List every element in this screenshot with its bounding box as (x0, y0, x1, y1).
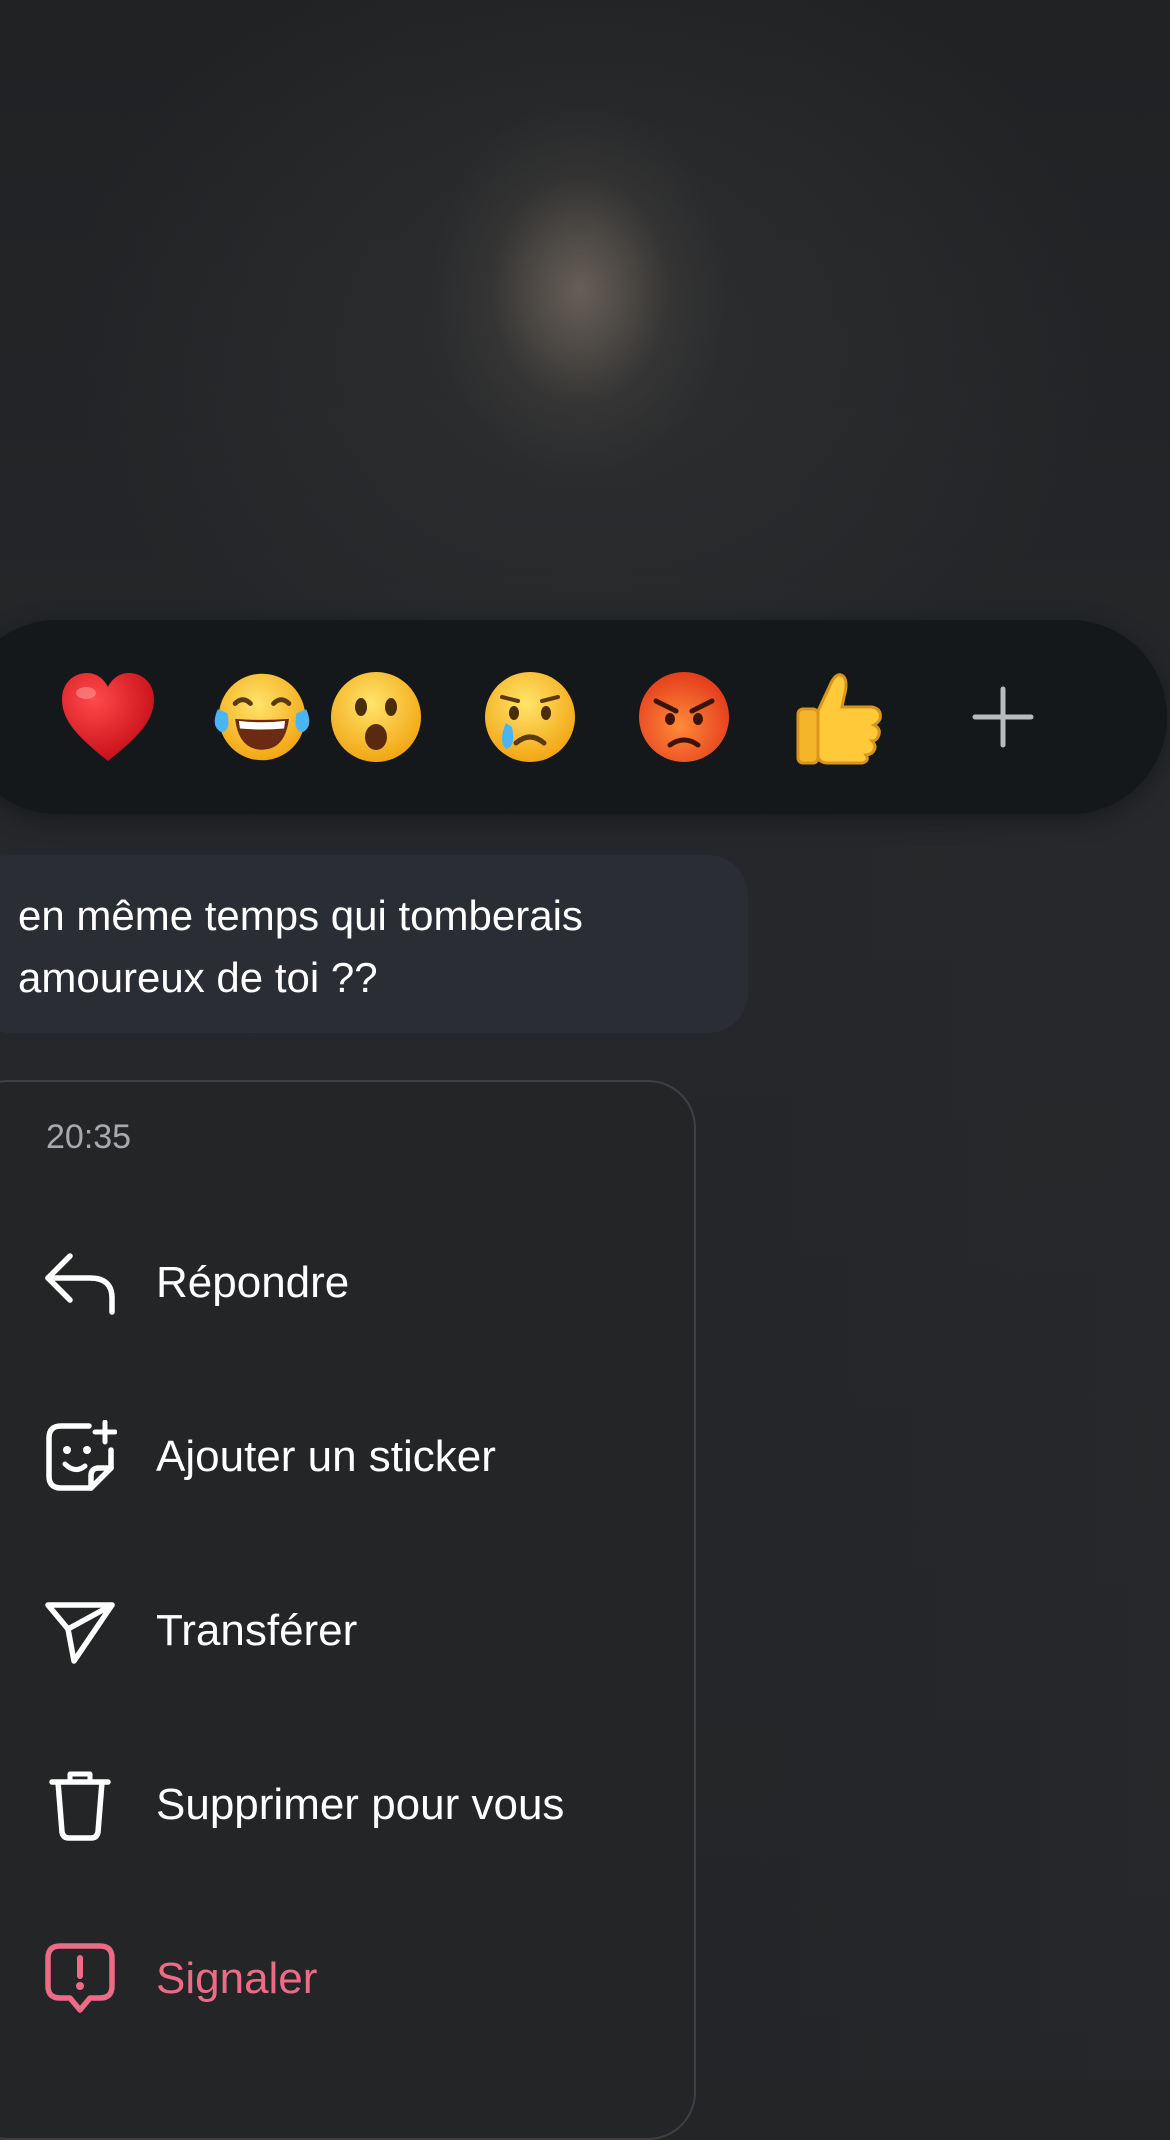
red-heart-icon[interactable] (58, 667, 158, 767)
reaction-bar (0, 620, 1167, 814)
delete-menu-item[interactable]: Supprimer pour vous (0, 1750, 680, 1860)
message-text: en même temps qui tomberais amoureux de … (18, 892, 583, 1001)
surprised-face-icon[interactable] (326, 667, 426, 767)
sticker-icon (42, 1419, 118, 1495)
report-label: Signaler (156, 1954, 318, 2003)
report-icon (42, 1941, 118, 2017)
message-bubble[interactable]: en même temps qui tomberais amoureux de … (0, 855, 748, 1033)
forward-menu-item[interactable]: Transférer (0, 1576, 680, 1686)
tears-of-joy-icon[interactable] (212, 667, 312, 767)
reply-label: Répondre (156, 1258, 350, 1307)
thumbs-up-icon[interactable] (788, 667, 888, 767)
trash-icon (42, 1767, 118, 1843)
message-timestamp: 20:35 (46, 1118, 132, 1156)
reply-arrow-icon (42, 1245, 118, 1321)
plus-icon[interactable] (953, 667, 1053, 767)
reply-menu-item[interactable]: Répondre (0, 1228, 680, 1338)
add-sticker-menu-item[interactable]: Ajouter un sticker (0, 1402, 680, 1512)
delete-label: Supprimer pour vous (156, 1780, 565, 1829)
send-icon (42, 1593, 118, 1669)
forward-label: Transférer (156, 1606, 358, 1655)
angry-face-icon[interactable] (634, 667, 734, 767)
add-sticker-label: Ajouter un sticker (156, 1432, 496, 1481)
crying-face-icon[interactable] (480, 667, 580, 767)
report-menu-item[interactable]: Signaler (0, 1924, 680, 2034)
background-shade (770, 700, 1170, 2080)
